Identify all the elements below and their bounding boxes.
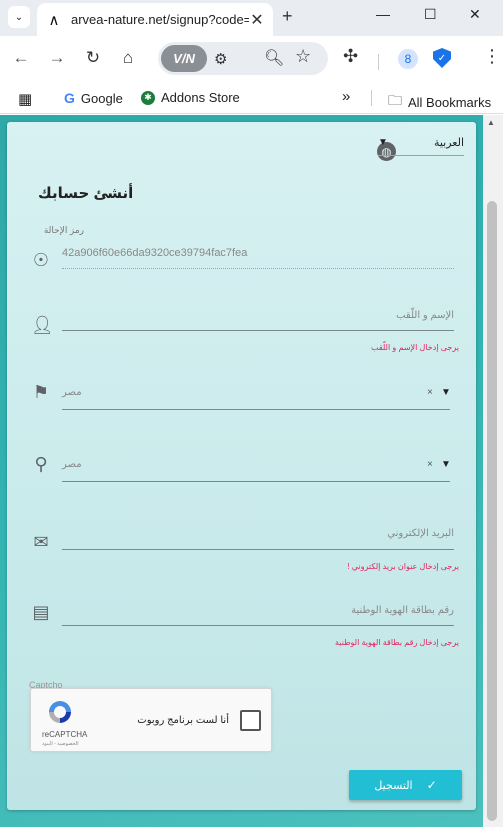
profile-avatar[interactable]: 8 [398, 49, 418, 69]
all-bookmarks-label: All Bookmarks [408, 94, 492, 110]
shield-icon[interactable]: ✓ [433, 48, 451, 68]
person-icon: 👤︎ [31, 315, 54, 335]
register-button[interactable]: التسجيل ✓ [349, 770, 462, 800]
bookmark-addons-store[interactable]: ✱ Addons Store [141, 90, 240, 105]
id-card-icon: ▤ [32, 602, 50, 622]
forward-arrow-icon[interactable]: → [46, 48, 68, 68]
recaptcha-label: أنا لست برنامج روبوت [137, 715, 229, 726]
minimize-button[interactable]: — [376, 6, 390, 22]
email-input[interactable]: البريد الإلكتروني [62, 528, 454, 539]
addons-store-icon: ✱ [141, 90, 155, 105]
tab-close-icon[interactable]: ✕ [249, 10, 265, 30]
chevron-down-icon: ⌄ [14, 11, 24, 23]
all-bookmarks-button[interactable]: 🗀 All Bookmarks [388, 90, 491, 114]
national-id-error: يرجى إدخال رقم بطاقة الهوية الوطنية [335, 638, 459, 647]
page-scrollbar[interactable]: ▲ [483, 115, 503, 827]
country-underline [62, 409, 450, 410]
back-arrow-icon[interactable]: ← [10, 48, 32, 68]
bookmark-google[interactable]: G Google [64, 90, 123, 106]
city-underline [62, 481, 450, 482]
national-id-underline [62, 625, 454, 626]
page-title: أنشئ حسابك [38, 185, 134, 202]
signup-card: ◍ العربية ▼ أنشئ حسابك رمز الإحالة ☉ 42a… [7, 122, 476, 810]
recaptcha-logo-icon [49, 701, 71, 723]
national-id-input[interactable]: رقم بطاقة الهوية الوطنية [62, 605, 454, 616]
recaptcha-widget: أنا لست برنامج روبوت reCAPTCHA الخصوصية … [30, 688, 272, 752]
email-underline [62, 549, 454, 550]
browser-toolbar: ← → ↻ ⌂ V/N ⚙ 🔍︎ ☆ ✣ 8 ✓ ⋮ [0, 36, 503, 82]
city-select[interactable]: مصر [62, 459, 82, 470]
extensions-puzzle-icon[interactable]: ✣ [343, 46, 358, 67]
bookmark-star-icon[interactable]: ☆ [295, 46, 311, 67]
recaptcha-checkbox[interactable] [240, 710, 261, 731]
toolbar-divider [378, 54, 379, 70]
chevron-down-icon: ▼ [378, 137, 388, 148]
google-icon: G [64, 90, 75, 106]
scrollbar-thumb[interactable] [487, 201, 497, 821]
vpn-button[interactable]: V/N [161, 45, 207, 72]
country-select[interactable]: مصر [62, 387, 82, 398]
home-icon[interactable]: ⌂ [117, 48, 139, 68]
page-viewport: ◍ العربية ▼ أنشئ حسابك رمز الإحالة ☉ 42a… [0, 115, 503, 827]
bookmark-label: Addons Store [161, 90, 240, 105]
recaptcha-brand: reCAPTCHA [42, 730, 88, 739]
bookmark-label: Google [80, 90, 123, 106]
flag-icon: ⚑ [32, 382, 50, 402]
full-name-underline [62, 330, 454, 331]
language-value: العربية [433, 137, 464, 149]
fingerprint-icon: ☉ [32, 250, 50, 270]
recaptcha-privacy-links[interactable]: الخصوصية - البنود [42, 741, 79, 747]
tab-title: arvea-nature.net/signup?code= [71, 12, 249, 27]
bookmarks-bar: ▦ G Google ✱ Addons Store » 🗀 All Bookma… [0, 82, 503, 114]
zoom-icon[interactable]: 🔍︎ [264, 48, 284, 68]
country-clear-button[interactable]: × [427, 387, 433, 398]
location-pin-icon: ⚲ [34, 454, 48, 474]
tab-search-button[interactable]: ⌄ [8, 6, 30, 28]
email-error: يرجى إدخال عنوان بريد إلكتروني ! [347, 562, 459, 571]
site-settings-icon[interactable]: ⚙ [214, 50, 227, 68]
bookmarks-divider [371, 90, 372, 106]
referral-label: رمز الإحالة [43, 225, 84, 235]
kebab-menu-icon[interactable]: ⋮ [483, 46, 501, 67]
checkmark-icon: ✓ [426, 778, 437, 792]
folder-icon: 🗀 [388, 92, 402, 108]
referral-input: 42a906f60e66da9320ce39794fac7fea [62, 247, 248, 259]
city-clear-button[interactable]: × [427, 459, 433, 470]
language-select[interactable]: العربية ▼ [378, 136, 464, 156]
reload-icon[interactable]: ↻ [82, 48, 104, 68]
new-tab-button[interactable]: + [282, 6, 293, 27]
mail-icon: ✉ [33, 532, 49, 552]
tab-strip: ⌄ ∧ arvea-nature.net/signup?code= ✕ + — … [0, 0, 503, 36]
site-favicon-icon: ∧ [48, 11, 60, 29]
active-tab[interactable]: ∧ arvea-nature.net/signup?code= ✕ [37, 3, 273, 36]
maximize-button[interactable]: ☐ [424, 6, 437, 23]
full-name-input[interactable]: الإسم و اللّقب [62, 310, 454, 321]
apps-grid-icon[interactable]: ▦ [18, 90, 32, 108]
scroll-up-arrow-icon[interactable]: ▲ [487, 118, 495, 127]
city-dropdown-arrow[interactable]: ▼ [441, 459, 451, 470]
country-dropdown-arrow[interactable]: ▼ [441, 387, 451, 398]
window-close-button[interactable]: ✕ [469, 6, 481, 23]
bookmarks-overflow-button[interactable]: » [342, 88, 350, 105]
referral-underline [62, 268, 454, 269]
full-name-error: يرجى إدخال الإسم و اللّقب [370, 343, 459, 352]
register-label: التسجيل [374, 779, 413, 792]
